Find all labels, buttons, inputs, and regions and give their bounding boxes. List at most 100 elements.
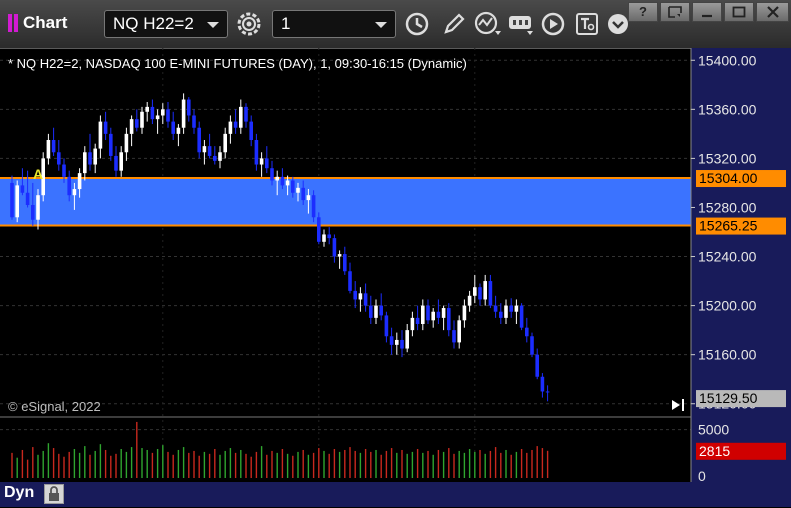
candle-body [530, 336, 534, 355]
minimize-button[interactable] [692, 2, 722, 22]
candle-body [441, 308, 446, 318]
candle [462, 299, 467, 328]
candle [519, 303, 524, 331]
candle [161, 103, 165, 125]
candle [389, 327, 394, 355]
time-button[interactable] [403, 10, 431, 38]
candle [181, 93, 186, 134]
candle [400, 330, 404, 358]
band-upper-tag: 15304.00 [696, 170, 786, 188]
link-button[interactable] [660, 2, 690, 22]
candle-body [519, 305, 524, 328]
chevron-down-icon [375, 22, 387, 28]
candle-body [202, 146, 207, 153]
candle-body [389, 336, 394, 345]
candle [473, 274, 477, 304]
candle-body [358, 293, 363, 300]
candle-body [280, 176, 285, 186]
candle-body [452, 330, 456, 343]
candle [88, 133, 92, 171]
text-button[interactable] [573, 10, 601, 38]
watermark: © eSignal, 2022 [8, 399, 101, 414]
candle-body [109, 133, 113, 156]
candle-body [353, 290, 357, 300]
band-fill [0, 178, 691, 226]
price-chart[interactable]: 15400.00 15360.00 15320.00 15280.00 15240.00… [0, 48, 791, 482]
candle-body [93, 148, 97, 165]
candle-body [77, 173, 82, 190]
close-button[interactable] [756, 2, 789, 22]
candle [530, 332, 534, 358]
band-lower-tag-text: 15265.25 [699, 218, 758, 234]
candle-body [301, 187, 305, 201]
symbol-value: NQ H22=2 [113, 14, 194, 33]
candle [51, 127, 56, 156]
interval-selector[interactable]: 1 [272, 10, 396, 38]
candle-body [306, 195, 311, 201]
studies-button[interactable] [474, 10, 502, 38]
candle-body [161, 109, 165, 116]
candle-body [499, 311, 503, 318]
last-volume-tag-text: 2815 [699, 443, 730, 459]
candle [155, 109, 160, 134]
minimize-icon [702, 14, 712, 18]
candle-body [155, 115, 160, 120]
candle [259, 152, 264, 177]
volume-series [11, 421, 549, 478]
candle-body [395, 339, 399, 345]
candle-body [213, 155, 217, 161]
candle-body [233, 121, 238, 128]
candle [223, 127, 227, 159]
candle-body [478, 287, 482, 300]
candle [525, 317, 529, 343]
play-icon [541, 12, 565, 36]
candle-body [218, 152, 222, 161]
draw-button[interactable] [440, 10, 468, 38]
candle [545, 385, 550, 402]
candle [499, 303, 503, 324]
get-data-button[interactable] [507, 10, 535, 38]
candle [218, 146, 222, 169]
candle-body [322, 234, 326, 242]
candle [415, 305, 420, 331]
candle-body [187, 99, 191, 116]
candle [379, 293, 383, 321]
symbol-selector[interactable]: NQ H22=2 [104, 10, 228, 38]
candle-body [374, 305, 378, 318]
help-button[interactable]: ? [628, 2, 658, 22]
chart-app-icon [8, 14, 18, 32]
app-title: Chart [8, 13, 67, 33]
candle-body [493, 305, 498, 312]
price-tick-label: 15400.00 [698, 52, 757, 68]
candle [374, 299, 378, 324]
last-volume-tag: 2815 [696, 442, 786, 460]
candle-body [436, 311, 441, 318]
lock-button[interactable] [44, 484, 64, 504]
pencil-icon [444, 13, 465, 34]
gear-icon [237, 12, 261, 36]
candle-body [88, 152, 92, 165]
candle [332, 234, 337, 263]
dyn-mode-label[interactable]: Dyn [4, 484, 34, 502]
maximize-button[interactable] [724, 2, 754, 22]
text-tool-icon [576, 13, 598, 35]
candle-body [525, 327, 529, 337]
candle-body [400, 339, 404, 349]
candle [431, 308, 435, 328]
candle-body [488, 281, 493, 306]
candle-body [363, 293, 368, 306]
candle-body [239, 106, 243, 128]
maximize-icon [732, 6, 746, 18]
candle-body [31, 205, 35, 220]
candle [540, 373, 545, 398]
candle-body [259, 158, 264, 165]
candle [441, 305, 446, 331]
candle-body [20, 185, 25, 193]
play-button[interactable] [539, 10, 567, 38]
settings-button[interactable] [235, 10, 263, 38]
candle [228, 115, 233, 144]
candle-body [275, 176, 279, 181]
chart-title: * NQ H22=2, NASDAQ 100 E-MINI FUTURES (D… [8, 56, 467, 71]
candle [109, 127, 113, 161]
candle-body [317, 217, 321, 242]
